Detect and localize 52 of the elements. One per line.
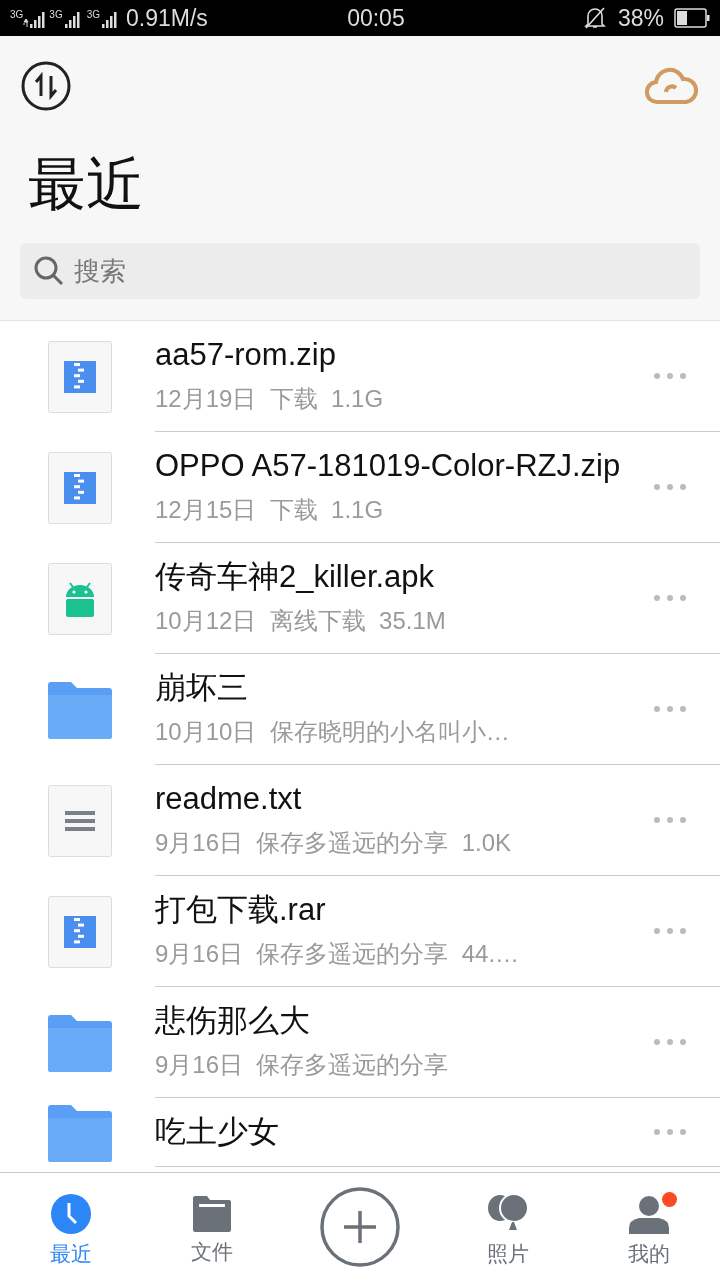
more-icon[interactable]: [654, 484, 686, 490]
file-name[interactable]: OPPO A57-181019-Color-RZJ.zip: [155, 447, 625, 485]
page-title: 最近: [28, 150, 145, 218]
zip-file-icon: [48, 895, 112, 968]
folder-icon: [48, 1103, 112, 1162]
file-details: 10月12日 离线下载 35.1M: [155, 606, 447, 636]
plus-icon: [320, 1186, 400, 1267]
zip-file-icon: [48, 451, 112, 524]
more-icon[interactable]: [654, 928, 686, 934]
file-name[interactable]: aa57-rom.zip: [155, 336, 625, 374]
more-icon[interactable]: [654, 1039, 686, 1045]
nav-tab[interactable]: 最近: [0, 1185, 142, 1268]
search-icon: [34, 256, 64, 286]
more-icon[interactable]: [654, 595, 686, 601]
folder-icon: [48, 680, 112, 739]
folder-icon: [48, 1013, 112, 1072]
network-type: 3G: [10, 10, 24, 20]
more-icon[interactable]: [654, 706, 686, 712]
nav-tab[interactable]: 照片: [436, 1185, 579, 1268]
clock-icon: [50, 1193, 91, 1234]
file-details: 9月16日 保存多遥远的分享 44.…: [155, 939, 521, 969]
more-icon[interactable]: [654, 817, 686, 823]
file-details: 12月19日 下载 1.1G: [155, 384, 385, 414]
network-speed: 0.91M/s: [126, 4, 208, 32]
battery-percent: 38%: [617, 4, 664, 32]
network-type: 3G: [49, 10, 63, 20]
file-name[interactable]: readme.txt: [155, 780, 625, 818]
folder-icon: [193, 1195, 232, 1232]
file-details: 9月16日 保存多遥远的分享: [155, 1050, 450, 1080]
battery-icon: [674, 8, 710, 28]
user-icon: [629, 1193, 670, 1234]
more-icon[interactable]: [654, 1129, 686, 1135]
nav-tab[interactable]: 我的: [578, 1185, 720, 1268]
file-details: 10月10日 保存晓明的小名叫小…: [155, 717, 511, 747]
zip-file-icon: [48, 340, 112, 413]
file-name[interactable]: 悲伤那么大: [155, 1002, 625, 1040]
file-name[interactable]: 吃土少女: [155, 1113, 625, 1151]
file-details: 12月15日 下载 1.1G: [155, 495, 385, 525]
text-file-icon: [48, 784, 112, 857]
file-name[interactable]: 传奇车神2_killer.apk: [155, 558, 625, 596]
cloud-icon[interactable]: [644, 66, 700, 106]
file-name[interactable]: 崩坏三: [155, 669, 625, 707]
more-icon[interactable]: [654, 373, 686, 379]
transfer-icon[interactable]: [20, 60, 72, 112]
nav-tab[interactable]: 文件: [141, 1187, 284, 1266]
muted-bell-icon: [583, 6, 606, 30]
network-type: 3G: [86, 10, 101, 20]
android-file-icon: [48, 562, 112, 635]
clock: 00:05: [347, 4, 405, 32]
file-details: 9月16日 保存多遥远的分享 1.0K: [155, 828, 513, 858]
file-name[interactable]: 打包下载.rar: [155, 891, 625, 929]
search-field[interactable]: 搜索: [20, 243, 700, 299]
